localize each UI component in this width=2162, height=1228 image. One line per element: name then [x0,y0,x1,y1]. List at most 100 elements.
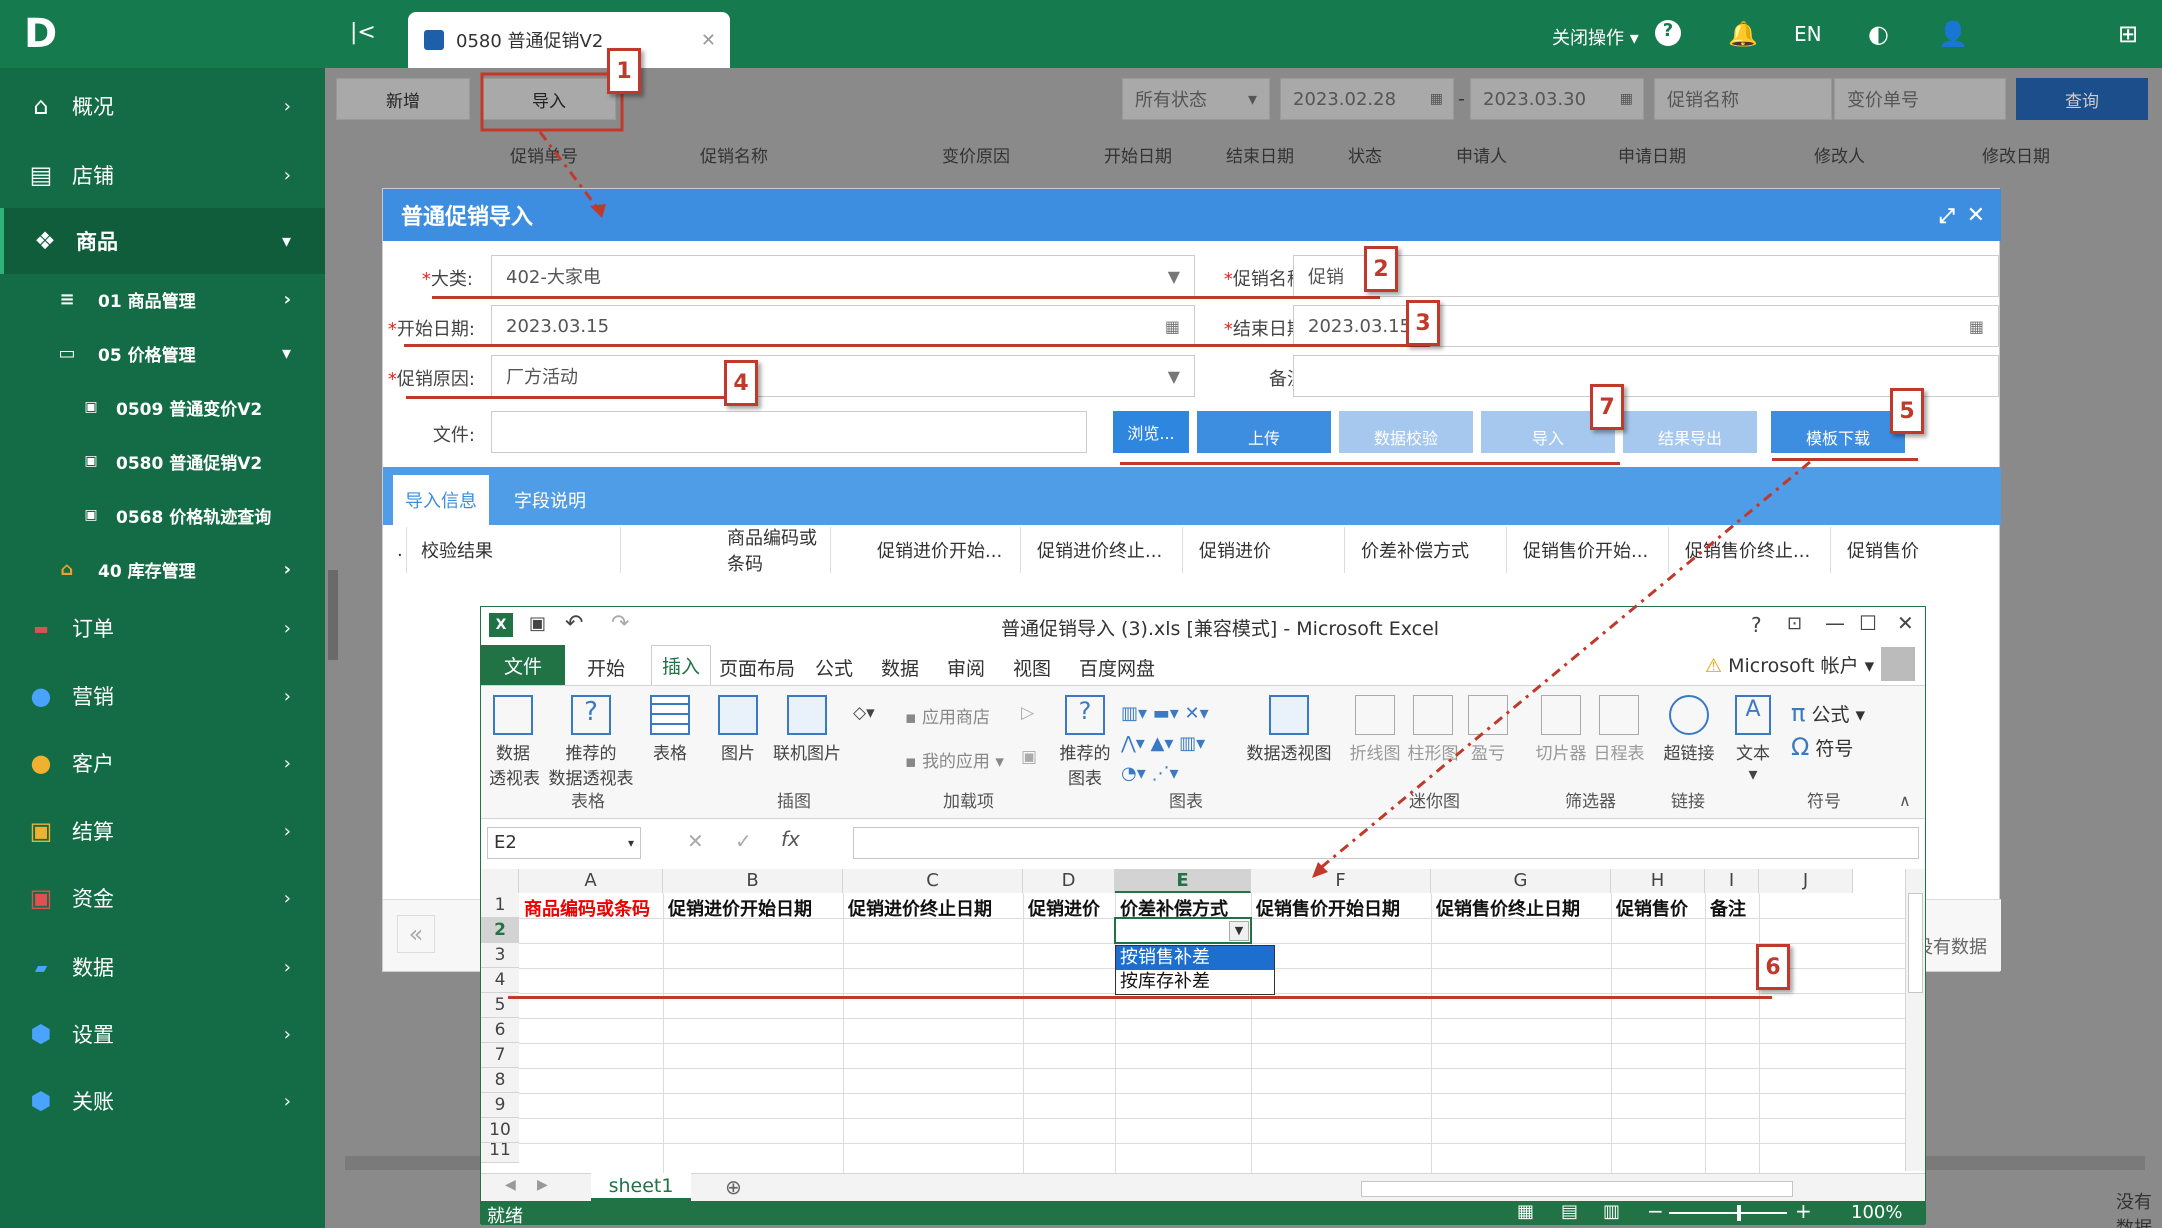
sidebar-item-orders[interactable]: ▬ 订单 › [0,595,325,661]
row-header[interactable]: 6 [481,1018,519,1043]
close-icon[interactable]: ✕ [1897,611,1914,635]
cell-header[interactable]: 促销售价开始日期 [1253,895,1431,919]
cell-header[interactable]: 促销进价开始日期 [665,895,843,919]
people-icon[interactable]: ▣ [1021,747,1037,767]
text-button[interactable]: A 文本 ▾ [1731,689,1775,785]
sidebar-item-goods[interactable]: ❖ 商品 ▾ [0,208,325,274]
template-download-button[interactable]: 模板下载 [1771,411,1905,453]
excel-h-scrollbar[interactable] [1361,1181,1793,1197]
cell-header[interactable]: 促销进价 [1025,895,1115,919]
col-header-a[interactable]: A [519,869,663,893]
validate-button[interactable]: 数据校验 [1339,411,1473,453]
row-header[interactable]: 3 [481,943,519,968]
date-to-input[interactable]: 2023.03.30 ▦ [1470,78,1644,120]
import-button[interactable]: 导入 [482,78,616,120]
chart-types-icon[interactable]: ▥▾ ▬▾ ✕▾ ⋀▾ ▲▾ ▥▾ ◔▾ ⋰▾ [1121,699,1231,789]
online-picture-button[interactable]: 联机图片 [767,689,847,764]
cell-header[interactable]: 商品编码或条码 [521,895,663,919]
dropdown-option-stock[interactable]: 按库存补差 [1116,970,1274,994]
minimize-icon[interactable]: — [1825,611,1845,635]
undo-icon[interactable]: ↶ [565,611,583,636]
row-header[interactable]: 9 [481,1093,519,1118]
ribbon-tab-baidu[interactable]: 百度网盘 [1079,649,1155,685]
hyperlink-button[interactable]: 超链接 [1659,689,1719,764]
maximize-icon[interactable]: ☐ [1859,611,1877,635]
promo-name-search[interactable]: 促销名称 [1654,78,1832,120]
dropdown-option-sales[interactable]: 按销售补差 [1116,946,1274,970]
close-ops-button[interactable]: 关闭操作 ▾ [1552,24,1639,50]
bing-icon[interactable]: ▷ [1021,703,1034,723]
ribbon-tab-insert[interactable]: 插入 [651,645,712,685]
col-header-g[interactable]: G [1431,869,1611,893]
sparkline-winloss-button[interactable]: 盈亏 [1463,689,1513,764]
language-toggle[interactable]: EN [1794,22,1822,46]
ribbon-display-icon[interactable]: ⊡ [1787,613,1802,634]
app-store-button[interactable]: ▪ 应用商店 [905,703,990,728]
avatar[interactable] [1881,647,1915,681]
zoom-thumb[interactable] [1737,1205,1741,1221]
col-header-f[interactable]: F [1251,869,1431,893]
add-button[interactable]: 新增 [336,78,470,120]
zoom-slider[interactable] [1669,1212,1787,1214]
table-button[interactable]: 表格 [645,689,695,764]
cell-header[interactable]: 促销进价终止日期 [845,895,1023,919]
close-icon[interactable]: ✕ [701,30,716,51]
change-no-search[interactable]: 变价单号 [1834,78,2006,120]
cell-header[interactable]: 促销售价 [1613,895,1705,919]
cell-header[interactable]: 备注 [1707,895,1759,919]
bell-icon[interactable]: 🔔 [1728,20,1758,48]
col-header-b[interactable]: B [663,869,843,893]
ribbon-tab-home[interactable]: 开始 [587,649,625,685]
name-box[interactable]: E2 ▾ [487,827,641,859]
symbol-button[interactable]: Ω 符号 [1791,733,1853,761]
col-header-h[interactable]: H [1611,869,1705,893]
sidebar-item-settings[interactable]: ⬢ 设置 › [0,1001,325,1067]
status-select[interactable]: 所有状态 ▾ [1122,78,1270,120]
maximize-icon[interactable]: ⤢ [1939,203,1955,227]
save-icon[interactable]: ▣ [529,613,546,634]
sidebar-item-funds[interactable]: ▣ 资金 › [0,865,325,931]
pager-first[interactable]: « [397,915,435,953]
sidebar-item-overview[interactable]: ⌂ 概况 › [0,73,325,139]
tab-field-desc[interactable]: 字段说明 [495,475,605,525]
end-date-input[interactable]: 2023.03.15 ▦ [1293,305,1999,347]
recommended-charts-button[interactable]: ? 推荐的 图表 [1057,689,1113,789]
slicer-button[interactable]: 切片器 [1533,689,1589,764]
help-icon[interactable]: ? [1655,20,1681,46]
v-scrollbar[interactable] [328,570,338,660]
sparkline-column-button[interactable]: 柱形图 [1405,689,1461,764]
collapse-ribbon-icon[interactable]: ∧ [1899,791,1911,810]
sidebar-item-store[interactable]: ▤ 店铺 › [0,142,325,208]
ribbon-tab-formulas[interactable]: 公式 [815,649,853,685]
start-date-input[interactable]: 2023.03.15 ▦ [491,305,1195,347]
dropdown-arrow-icon[interactable]: ▼ [1229,921,1249,941]
sheet-tab[interactable]: sheet1 [591,1173,691,1201]
date-from-input[interactable]: 2023.02.28 ▦ [1280,78,1454,120]
normal-view-icon[interactable]: ▦ [1517,1201,1534,1222]
my-apps-button[interactable]: ▪ 我的应用 ▾ [905,747,1004,772]
cell-header[interactable]: 价差补偿方式 [1117,895,1251,919]
browse-button[interactable]: 浏览... [1113,411,1189,453]
category-select[interactable]: 402-大家电 ▼ [491,255,1195,297]
row-header[interactable]: 11 [481,1143,519,1163]
sidebar-item-customers[interactable]: ● 客户 › [0,730,325,796]
app-logo[interactable]: D [0,0,325,68]
formula-bar[interactable] [853,827,1919,859]
redo-icon[interactable]: ↷ [611,611,629,636]
apps-grid-icon[interactable]: ⊞ [2118,20,2138,48]
user-icon[interactable]: 👤 [1938,20,1968,48]
col-header-j[interactable]: J [1759,869,1853,893]
sidebar-item-marketing[interactable]: ● 营销 › [0,663,325,729]
reason-select[interactable]: 厂方活动 ▼ [491,355,1195,397]
page-break-icon[interactable]: ▥ [1603,1201,1620,1222]
sheet-nav-next-icon[interactable]: ▶ [537,1177,548,1193]
upload-button[interactable]: 上传 [1197,411,1331,453]
help-icon[interactable]: ? [1751,613,1762,637]
equation-button[interactable]: π 公式 ▾ [1791,699,1865,727]
sparkline-line-button[interactable]: 折线图 [1347,689,1403,764]
select-all-corner[interactable] [481,869,519,893]
sidebar-item-inventory[interactable]: ⌂ 40 库存管理 › [0,536,325,602]
theme-icon[interactable]: ◐ [1868,20,1889,48]
sidebar-item-settlement[interactable]: ▣ 结算 › [0,798,325,864]
confirm-formula-icon[interactable]: ✓ [735,829,752,853]
